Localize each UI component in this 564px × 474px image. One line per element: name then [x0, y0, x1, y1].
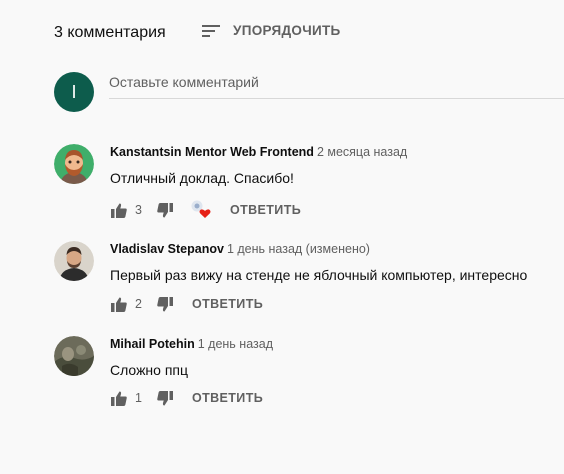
reply-button[interactable]: ОТВЕТИТЬ	[230, 203, 301, 217]
sort-label: УПОРЯДОЧИТЬ	[233, 23, 341, 38]
user-avatar: I	[54, 72, 94, 112]
comment-count: 3 комментария	[54, 24, 166, 41]
sort-button[interactable]: УПОРЯДОЧИТЬ	[202, 23, 341, 38]
author-name[interactable]: Vladislav Stepanov	[110, 242, 224, 256]
like-count: 2	[135, 297, 142, 311]
comment-time[interactable]: 1 день назад	[198, 337, 273, 351]
avatar[interactable]	[54, 336, 94, 376]
avatar[interactable]	[54, 241, 94, 281]
comment-text: Сложно ппц	[110, 362, 189, 378]
like-icon[interactable]	[110, 201, 128, 219]
like-count: 1	[135, 391, 142, 405]
reply-button[interactable]: ОТВЕТИТЬ	[192, 391, 263, 405]
comment-time[interactable]: 1 день назад (изменено)	[227, 242, 370, 256]
author-name[interactable]: Mihail Potehin	[110, 337, 195, 351]
comment-actions: 2 ОТВЕТИТЬ	[110, 294, 263, 314]
creator-heart-badge	[190, 200, 212, 220]
comment-composer: I	[54, 72, 564, 112]
comment-input[interactable]	[109, 74, 564, 99]
dislike-icon[interactable]	[156, 295, 174, 313]
dislike-icon[interactable]	[156, 389, 174, 407]
comment-text: Первый раз вижу на стенде не яблочный ко…	[110, 267, 528, 283]
comment-header: Mihail Potehin 1 день назад	[110, 336, 560, 352]
comment-body: Kanstantsin Mentor Web Frontend 2 месяца …	[110, 144, 560, 188]
like-icon[interactable]	[110, 389, 128, 407]
comments-header: 3 комментария	[54, 22, 166, 44]
comment-actions: 3 ОТВЕТИТЬ	[110, 200, 301, 220]
dislike-icon[interactable]	[156, 201, 174, 219]
comment-header: Vladislav Stepanov 1 день назад (изменено…	[110, 241, 560, 257]
comment-body: Vladislav Stepanov 1 день назад (изменено…	[110, 241, 560, 285]
reply-button[interactable]: ОТВЕТИТЬ	[192, 297, 263, 311]
comment-body: Mihail Potehin 1 день назад Сложно ппц	[110, 336, 560, 380]
like-icon[interactable]	[110, 295, 128, 313]
comment-header: Kanstantsin Mentor Web Frontend 2 месяца …	[110, 144, 560, 160]
author-name[interactable]: Kanstantsin Mentor Web Frontend	[110, 145, 314, 159]
comment-text: Отличный доклад. Спасибо!	[110, 170, 294, 186]
avatar[interactable]	[54, 144, 94, 184]
comment-time[interactable]: 2 месяца назад	[317, 145, 407, 159]
sort-icon	[202, 24, 220, 38]
like-count: 3	[135, 203, 142, 217]
comment-actions: 1 ОТВЕТИТЬ	[110, 388, 263, 408]
user-avatar-letter: I	[71, 81, 77, 102]
